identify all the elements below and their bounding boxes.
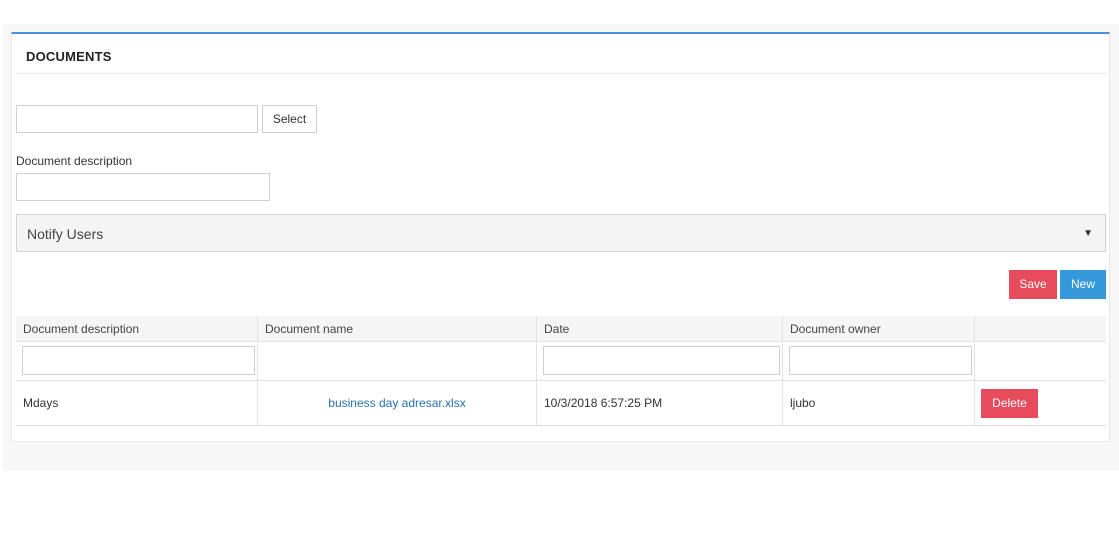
notify-users-dropdown[interactable]: Notify Users ▼ bbox=[16, 214, 1106, 252]
column-header-actions bbox=[975, 316, 1106, 341]
filter-description-input[interactable] bbox=[22, 346, 255, 375]
document-link[interactable]: business day adresar.xlsx bbox=[258, 396, 536, 410]
cell-date: 10/3/2018 6:57:25 PM bbox=[537, 381, 783, 425]
grid-filter-row bbox=[16, 342, 1106, 381]
file-path-input[interactable] bbox=[16, 105, 258, 133]
column-header-date[interactable]: Date bbox=[537, 316, 783, 341]
filter-date-input[interactable] bbox=[543, 346, 780, 375]
delete-button[interactable]: Delete bbox=[981, 389, 1038, 418]
column-header-description[interactable]: Document description bbox=[16, 316, 258, 341]
panel-title: DOCUMENTS bbox=[26, 49, 112, 64]
filter-cell-actions bbox=[975, 342, 1106, 380]
column-header-owner[interactable]: Document owner bbox=[783, 316, 975, 341]
filter-owner-input[interactable] bbox=[789, 346, 972, 375]
grid-header-row: Document description Document name Date … bbox=[16, 316, 1106, 342]
document-description-input[interactable] bbox=[16, 173, 270, 201]
table-row: Mdays business day adresar.xlsx 10/3/201… bbox=[16, 381, 1106, 426]
cell-owner: ljubo bbox=[783, 381, 975, 425]
save-button[interactable]: Save bbox=[1009, 270, 1057, 299]
caret-down-icon: ▼ bbox=[1083, 228, 1093, 239]
new-button[interactable]: New bbox=[1060, 270, 1106, 299]
filter-cell-name bbox=[258, 342, 537, 380]
filter-cell-description bbox=[16, 342, 258, 380]
panel-header: DOCUMENTS bbox=[16, 36, 1106, 74]
notify-users-label: Notify Users bbox=[27, 226, 104, 242]
column-header-name[interactable]: Document name bbox=[258, 316, 537, 341]
cell-description: Mdays bbox=[16, 381, 258, 425]
select-file-button[interactable]: Select bbox=[262, 105, 317, 133]
cell-document-name: business day adresar.xlsx bbox=[258, 381, 537, 425]
filter-cell-date bbox=[537, 342, 783, 380]
filter-cell-owner bbox=[783, 342, 975, 380]
document-description-label: Document description bbox=[16, 154, 133, 168]
cell-actions: Delete bbox=[975, 381, 1106, 425]
